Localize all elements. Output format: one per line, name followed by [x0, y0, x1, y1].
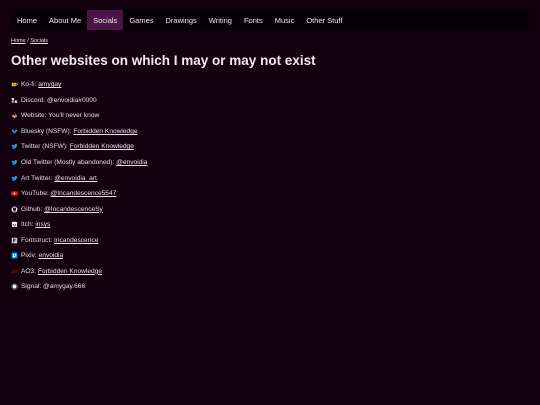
- top-navbar: Home About Me Socials Games Drawings Writing F…: [11, 10, 529, 30]
- breadcrumb-home-link[interactable]: Home: [11, 38, 26, 44]
- breadcrumb: Home / Socials: [11, 38, 48, 44]
- social-label: Ko-fi:: [21, 81, 37, 89]
- bluesky-icon: [11, 128, 18, 135]
- twitter-icon: [11, 175, 18, 182]
- social-label: Github:: [21, 205, 43, 213]
- social-item-twitter-nsfw: Twitter (NSFW): Forbidden Knowledge: [11, 139, 147, 155]
- socials-list: Ko-fi: amygay Discord: @envoidia#0000 Webs…: [11, 77, 147, 295]
- social-item-old-twitter-mostly-abandoned: Old Twitter (Mostly abandoned): @envoidi…: [11, 155, 147, 171]
- social-item-fontstruct: Fontstruct: Incandescence: [11, 232, 147, 248]
- social-label: Website:: [21, 112, 47, 120]
- social-label: Itch:: [21, 221, 34, 229]
- nav-item-about-me[interactable]: About Me: [43, 10, 87, 30]
- social-link[interactable]: Forbidden Knowledge: [38, 268, 102, 275]
- social-item-youtube: YouTube: @Incandescence5547: [11, 186, 147, 202]
- nav-item-socials[interactable]: Socials: [87, 10, 124, 30]
- social-item-ko-fi: Ko-fi: amygay: [11, 77, 147, 93]
- nav-item-drawings[interactable]: Drawings: [160, 10, 203, 30]
- social-item-discord: Discord: @envoidia#0000: [11, 93, 147, 109]
- nav-item-fonts[interactable]: Fonts: [238, 10, 269, 30]
- social-label: YouTube:: [21, 190, 49, 198]
- fontstruct-icon: [11, 237, 18, 244]
- social-link[interactable]: @IncandescenceSy: [44, 206, 103, 213]
- social-item-github: Github: @IncandescenceSy: [11, 201, 147, 217]
- social-label: Pixiv:: [21, 252, 37, 260]
- social-link[interactable]: envoidia: [39, 252, 64, 259]
- social-label: Signal:: [21, 283, 42, 291]
- ao3-icon: [11, 268, 18, 275]
- social-label: Old Twitter (Mostly abandoned):: [21, 159, 115, 166]
- social-item-pixiv: Pixiv: envoidia: [11, 248, 147, 264]
- social-item-art-twitter: Art Twitter: @envoidia_art: [11, 170, 147, 186]
- social-link[interactable]: amygay: [38, 81, 61, 88]
- social-link[interactable]: @Incandescence5547: [51, 190, 117, 197]
- pixiv-icon: [11, 252, 18, 259]
- youtube-icon: [11, 190, 18, 197]
- social-label: Twitter (NSFW):: [21, 143, 68, 151]
- nav-item-home[interactable]: Home: [11, 10, 43, 30]
- social-label: Art Twitter:: [21, 174, 53, 182]
- nav-item-writing[interactable]: Writing: [203, 10, 238, 30]
- social-label: Discord:: [21, 96, 46, 104]
- twitter-icon: [11, 143, 18, 150]
- social-item-bluesky-nsfw: Bluesky (NSFW): Forbidden Knowledge: [11, 124, 147, 140]
- twitter-icon: [11, 159, 18, 166]
- social-link[interactable]: @envoidia_art: [54, 175, 97, 182]
- social-link[interactable]: @envoidia: [116, 159, 147, 166]
- website-icon: [11, 112, 18, 119]
- social-item-itch: Itch: insys: [11, 217, 147, 233]
- social-value: You'll never know: [48, 112, 100, 120]
- itch-icon: [11, 221, 18, 228]
- social-item-ao3: AO3: Forbidden Knowledge: [11, 264, 147, 280]
- nav-item-games[interactable]: Games: [123, 10, 159, 30]
- social-label: AO3:: [21, 267, 37, 275]
- social-label: Fontstruct:: [21, 236, 53, 244]
- nav-item-other-stuff[interactable]: Other Stuff: [300, 10, 348, 30]
- social-link[interactable]: Forbidden Knowledge: [73, 128, 137, 135]
- social-item-signal: Signal: @amygay.666: [11, 279, 147, 295]
- nav-item-music[interactable]: Music: [269, 10, 301, 30]
- discord-icon: [11, 97, 18, 104]
- social-link[interactable]: Forbidden Knowledge: [70, 143, 134, 150]
- social-item-website: Website: You'll never know: [11, 108, 147, 124]
- ko-fi-icon: [11, 81, 18, 88]
- page-title: Other websites on which I may or may not…: [11, 53, 316, 68]
- social-value: @envoidia#0000: [47, 96, 97, 104]
- social-label: Bluesky (NSFW):: [21, 127, 72, 135]
- social-link[interactable]: Incandescence: [54, 237, 98, 244]
- github-icon: [11, 206, 18, 213]
- breadcrumb-current-link[interactable]: Socials: [30, 38, 48, 44]
- social-link[interactable]: insys: [35, 221, 50, 228]
- social-value: @amygay.666: [43, 283, 86, 291]
- signal-icon: [11, 283, 18, 291]
